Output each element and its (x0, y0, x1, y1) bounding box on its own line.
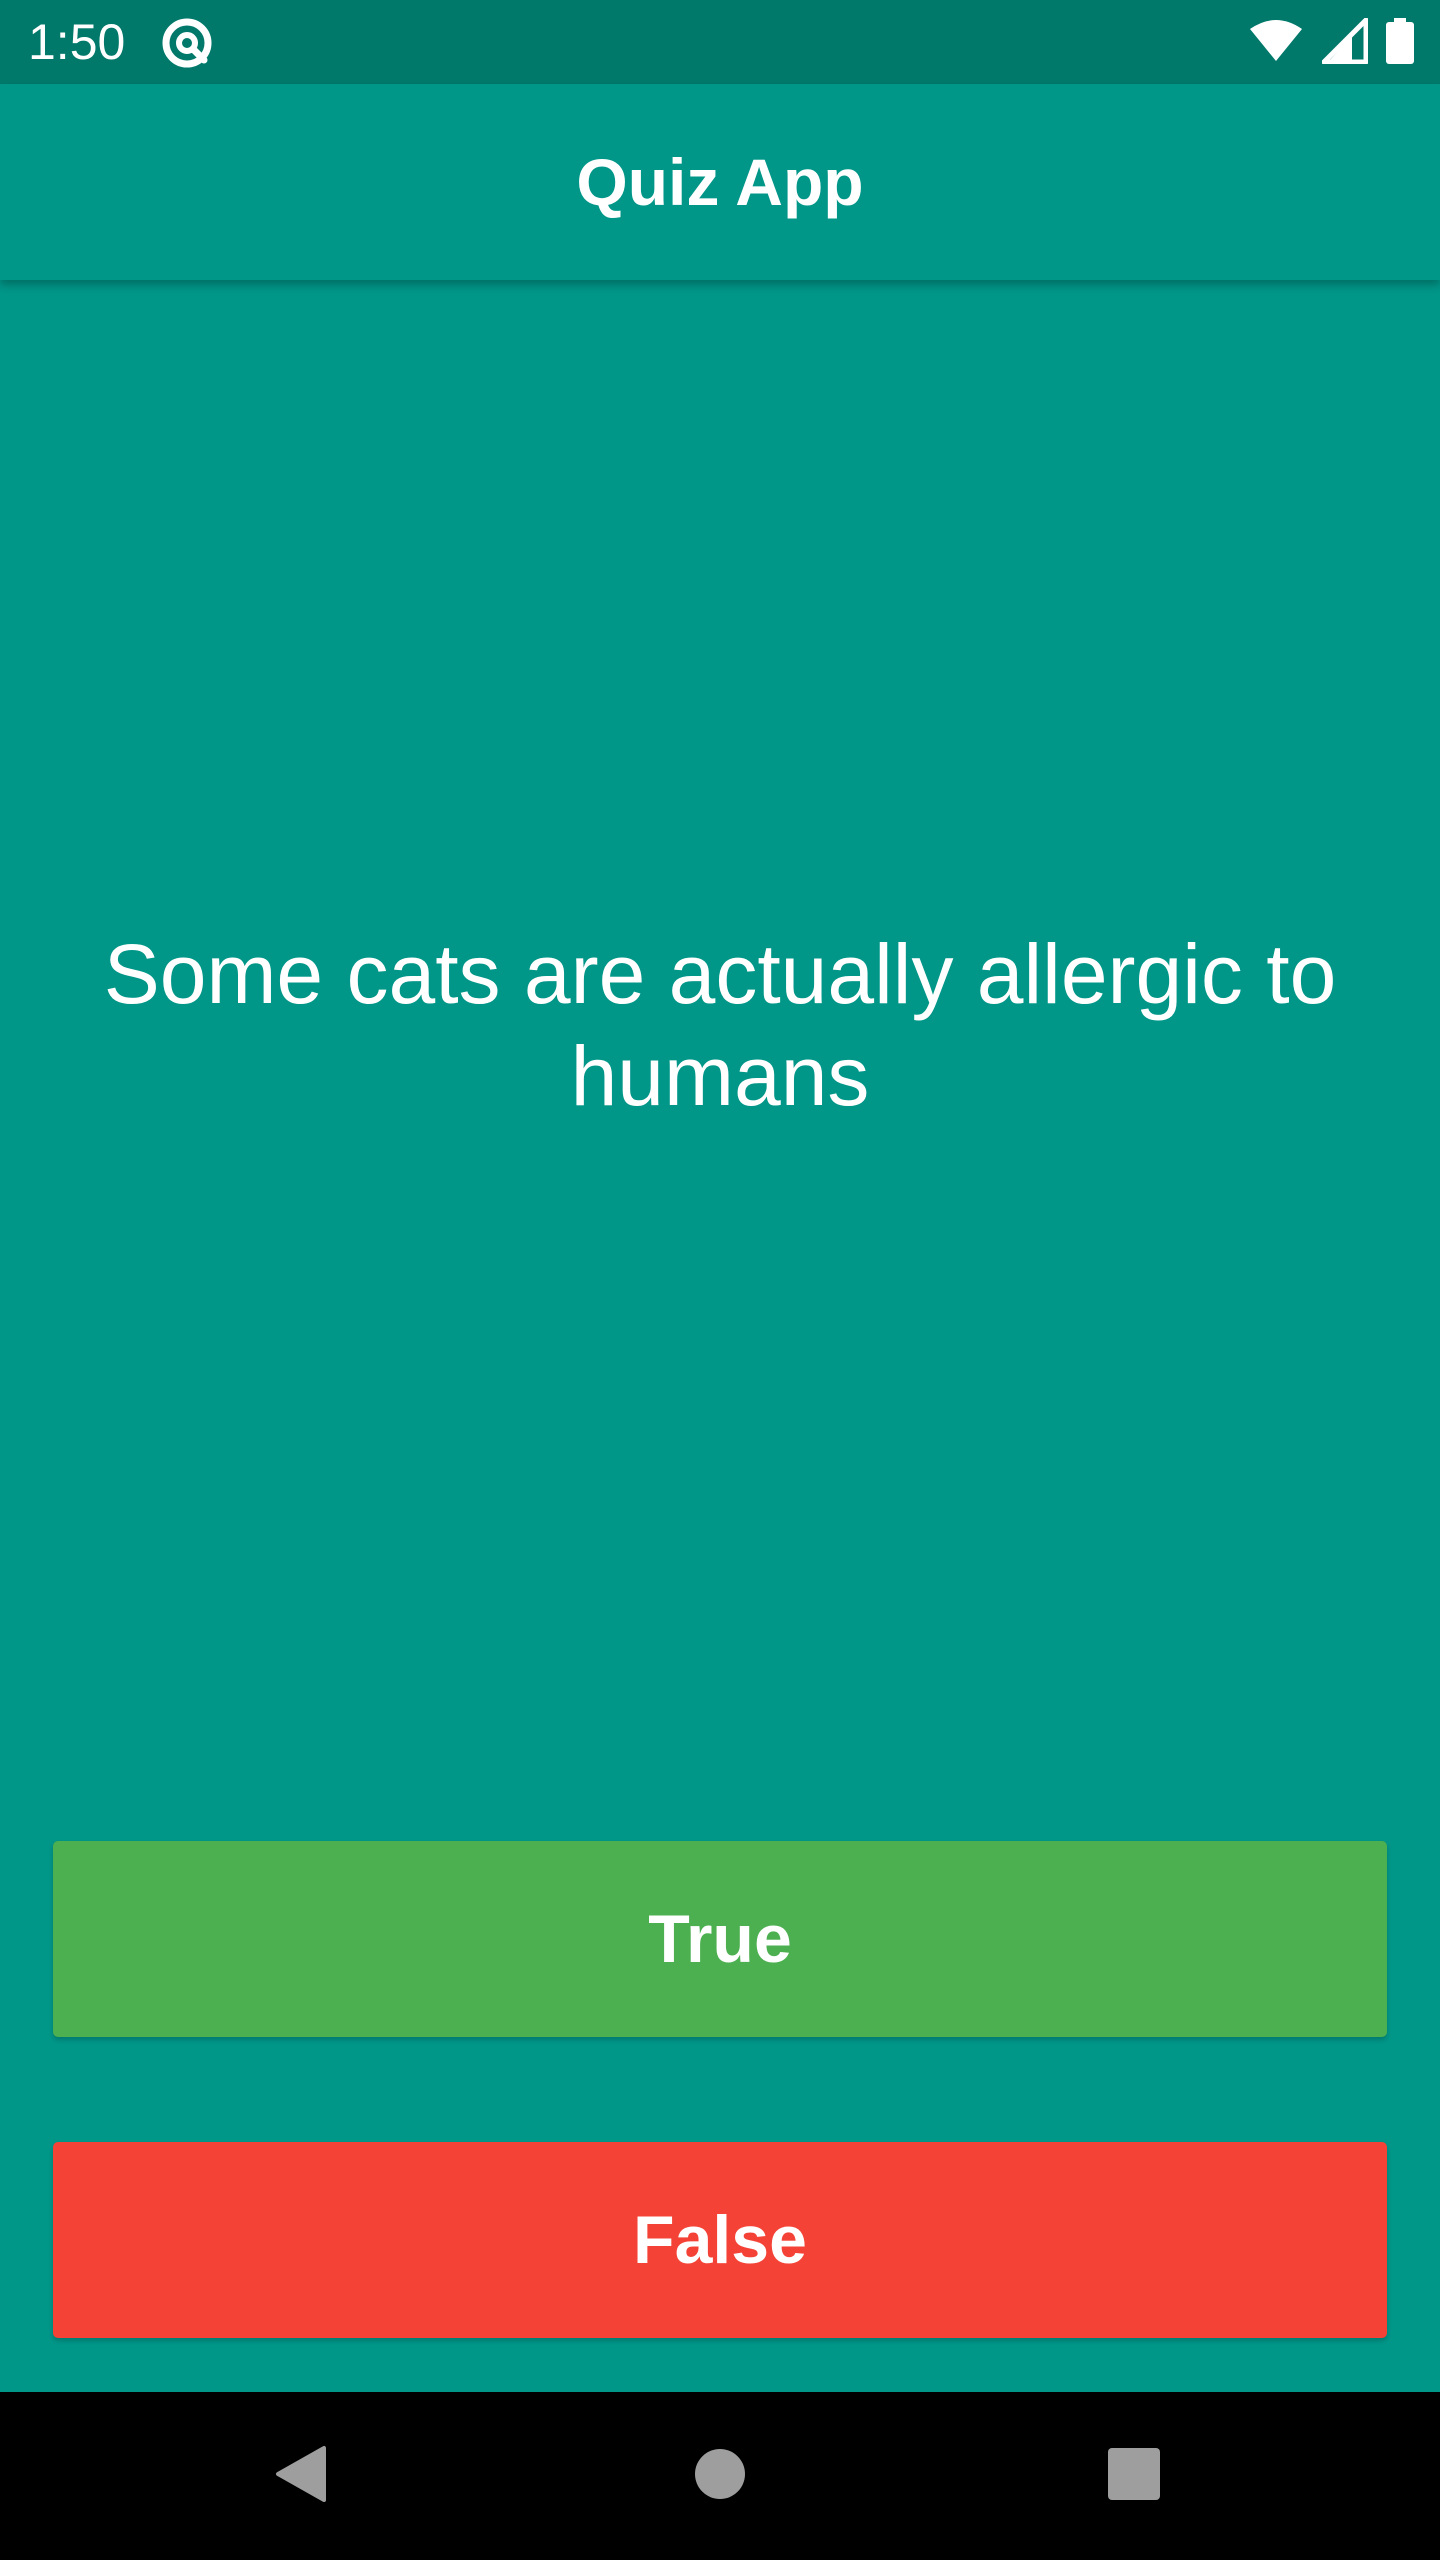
app-title: Quiz App (576, 145, 864, 219)
false-button[interactable]: False (53, 2142, 1387, 2338)
battery-icon (1386, 17, 1414, 69)
recents-button[interactable] (1094, 2436, 1174, 2516)
back-icon (272, 2444, 328, 2509)
home-icon (694, 2448, 746, 2505)
status-bar: 1:50 (0, 0, 1440, 84)
status-time: 1:50 (28, 14, 126, 70)
question-text: Some cats are actually allergic to human… (103, 927, 1337, 1123)
status-icons (1248, 17, 1414, 69)
true-button[interactable]: True (53, 1841, 1387, 2037)
app-notification-icon (160, 16, 214, 70)
navigation-bar (0, 2392, 1440, 2560)
question-area: Some cats are actually allergic to human… (60, 280, 1380, 1840)
home-button[interactable] (680, 2436, 760, 2516)
cellular-signal-icon (1321, 17, 1369, 69)
app-bar: Quiz App (0, 84, 1440, 280)
back-button[interactable] (260, 2436, 340, 2516)
recents-icon (1107, 2447, 1161, 2506)
wifi-icon (1248, 19, 1304, 68)
